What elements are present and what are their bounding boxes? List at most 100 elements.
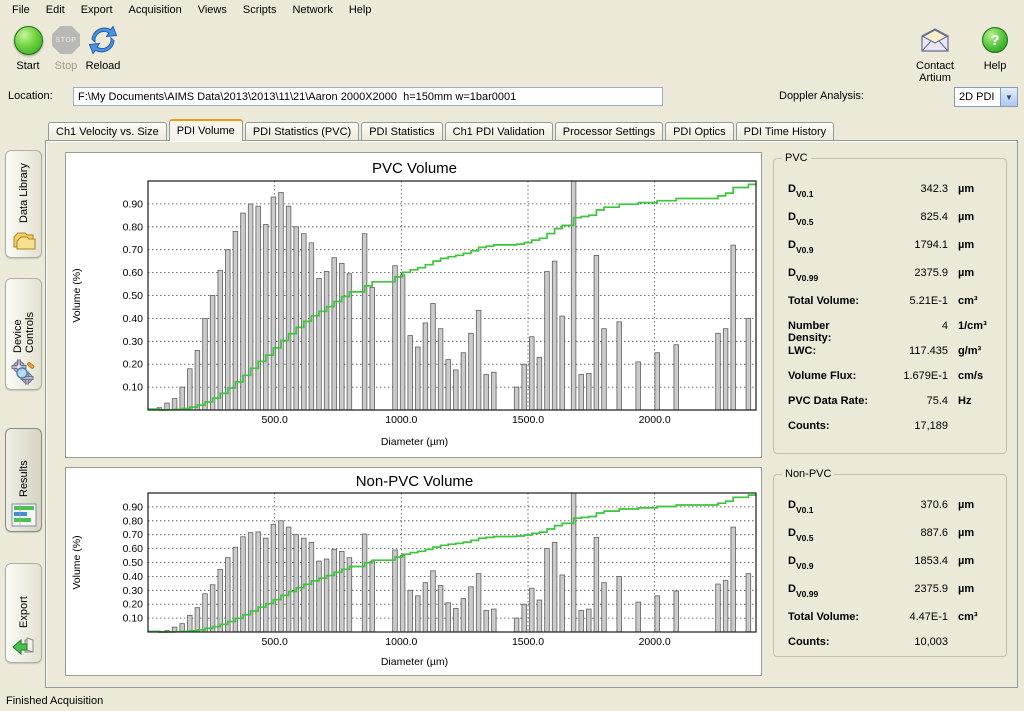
histogram-bar [537, 600, 542, 632]
y-tick-label: 0.80 [123, 515, 144, 527]
y-tick-label: 0.40 [123, 313, 144, 325]
histogram-bar [340, 551, 345, 632]
histogram-bar [636, 362, 641, 410]
histogram-bar [286, 527, 291, 632]
stat-value: 825.4 [876, 211, 948, 223]
tab-ch1-pdi-validation[interactable]: Ch1 PDI Validation [445, 122, 553, 141]
stat-unit: µm [948, 555, 996, 567]
toolbar: Start STOP Stop Reload Contact Artium ? … [0, 19, 1024, 81]
histogram-bar [180, 387, 185, 410]
tab-ch1-velocity-vs-size[interactable]: Ch1 Velocity vs. Size [48, 122, 167, 141]
histogram-bar [294, 535, 299, 632]
pvc-stats-title: PVC [782, 152, 811, 164]
histogram-bar [271, 197, 276, 410]
histogram-bar [248, 204, 253, 410]
stat-value: 10,003 [876, 636, 948, 648]
status-text: Finished Acquisition [6, 695, 103, 707]
x-tick-label: 2000.0 [639, 414, 671, 426]
results-label: Results [18, 429, 30, 497]
help-button[interactable]: ? Help [972, 23, 1018, 72]
histogram-bar [514, 387, 519, 410]
menu-scripts[interactable]: Scripts [235, 2, 285, 18]
histogram-bar [370, 287, 375, 410]
menu-file[interactable]: File [4, 2, 38, 18]
y-tick-label: 0.40 [123, 571, 144, 583]
histogram-bar [317, 278, 322, 410]
doppler-analysis-select[interactable]: 2D PDI ▼ [954, 87, 1018, 107]
stop-icon: STOP [52, 26, 80, 54]
tab-pdi-optics[interactable]: PDI Optics [665, 122, 734, 141]
menu-network[interactable]: Network [284, 2, 340, 18]
chevron-down-icon[interactable]: ▼ [1000, 88, 1017, 106]
histogram-bar [264, 538, 269, 632]
sidebar-item-results[interactable]: Results [5, 428, 42, 532]
x-tick-label: 1000.0 [385, 414, 417, 426]
y-axis-label: Volume (%) [71, 268, 83, 322]
sidebar-item-data-library[interactable]: Data Library [5, 150, 42, 258]
reload-icon [88, 25, 118, 55]
histogram-bar [172, 399, 177, 410]
stat-value: 370.6 [876, 499, 948, 511]
stat-unit: µm [948, 583, 996, 595]
start-icon [14, 26, 43, 55]
x-tick-label: 1000.0 [385, 636, 417, 648]
tab-pdi-volume[interactable]: PDI Volume [169, 119, 243, 141]
histogram-bar [746, 318, 751, 410]
location-row: Location: Doppler Analysis: 2D PDI ▼ [0, 84, 1024, 110]
tab-processor-settings[interactable]: Processor Settings [555, 122, 663, 141]
histogram-bar [746, 574, 751, 632]
menu-views[interactable]: Views [190, 2, 235, 18]
sidebar-item-device-controls[interactable]: Device Controls [5, 278, 42, 390]
stat-row-pvc-data-rate: PVC Data Rate: 75.4 Hz [788, 395, 996, 420]
y-tick-label: 0.60 [123, 267, 144, 279]
stat-unit: µm [948, 183, 996, 195]
results-chart-icon [11, 503, 37, 527]
histogram-bar [416, 596, 421, 632]
menu-edit[interactable]: Edit [38, 2, 73, 18]
location-input[interactable] [73, 87, 663, 106]
histogram-bar [617, 576, 622, 632]
stat-unit: g/m³ [948, 345, 996, 357]
tab-pdi-statistics-pvc[interactable]: PDI Statistics (PVC) [245, 122, 359, 141]
histogram-bar [617, 322, 622, 410]
histogram-bar [332, 549, 337, 632]
histogram-bar [560, 316, 565, 410]
histogram-bar [210, 296, 215, 411]
histogram-bar [324, 559, 329, 632]
menu-acquisition[interactable]: Acquisition [121, 2, 190, 18]
histogram-bar [324, 271, 329, 410]
chart-title: PVC Volume [372, 160, 457, 177]
histogram-bar [594, 255, 599, 410]
histogram-bar [279, 192, 284, 410]
y-tick-label: 0.20 [123, 599, 144, 611]
stat-unit: cm³ [948, 295, 996, 307]
histogram-bar [552, 261, 557, 410]
y-tick-label: 0.50 [123, 290, 144, 302]
menu-export[interactable]: Export [73, 2, 121, 18]
y-axis-label: Volume (%) [71, 535, 83, 589]
histogram-bar [393, 266, 398, 410]
contact-artium-button[interactable]: Contact Artium [900, 23, 970, 84]
histogram-bar [530, 337, 535, 410]
tab-pdi-time-history[interactable]: PDI Time History [736, 122, 835, 141]
export-label: Export [18, 564, 30, 628]
help-label: Help [972, 60, 1018, 72]
reload-button[interactable]: Reload [80, 23, 126, 72]
tab-pdi-statistics[interactable]: PDI Statistics [361, 122, 442, 141]
histogram-bar [476, 310, 481, 410]
histogram-bar [203, 318, 208, 410]
histogram-bar [545, 271, 550, 410]
histogram-bar [226, 250, 231, 410]
menu-help[interactable]: Help [341, 2, 380, 18]
sidebar-item-export[interactable]: Export [5, 563, 42, 663]
data-library-label: Data Library [18, 151, 30, 223]
histogram-bar [340, 263, 345, 410]
histogram-bar [271, 524, 276, 632]
histogram-bar [218, 569, 223, 632]
stat-unit: µm [948, 239, 996, 251]
stat-value: 5.21E-1 [876, 295, 948, 307]
y-tick-label: 0.50 [123, 557, 144, 569]
stat-row-dv099: DV0.99 2375.9 µm [788, 583, 996, 611]
stat-unit: µm [948, 499, 996, 511]
stat-value: 117.435 [876, 345, 948, 357]
